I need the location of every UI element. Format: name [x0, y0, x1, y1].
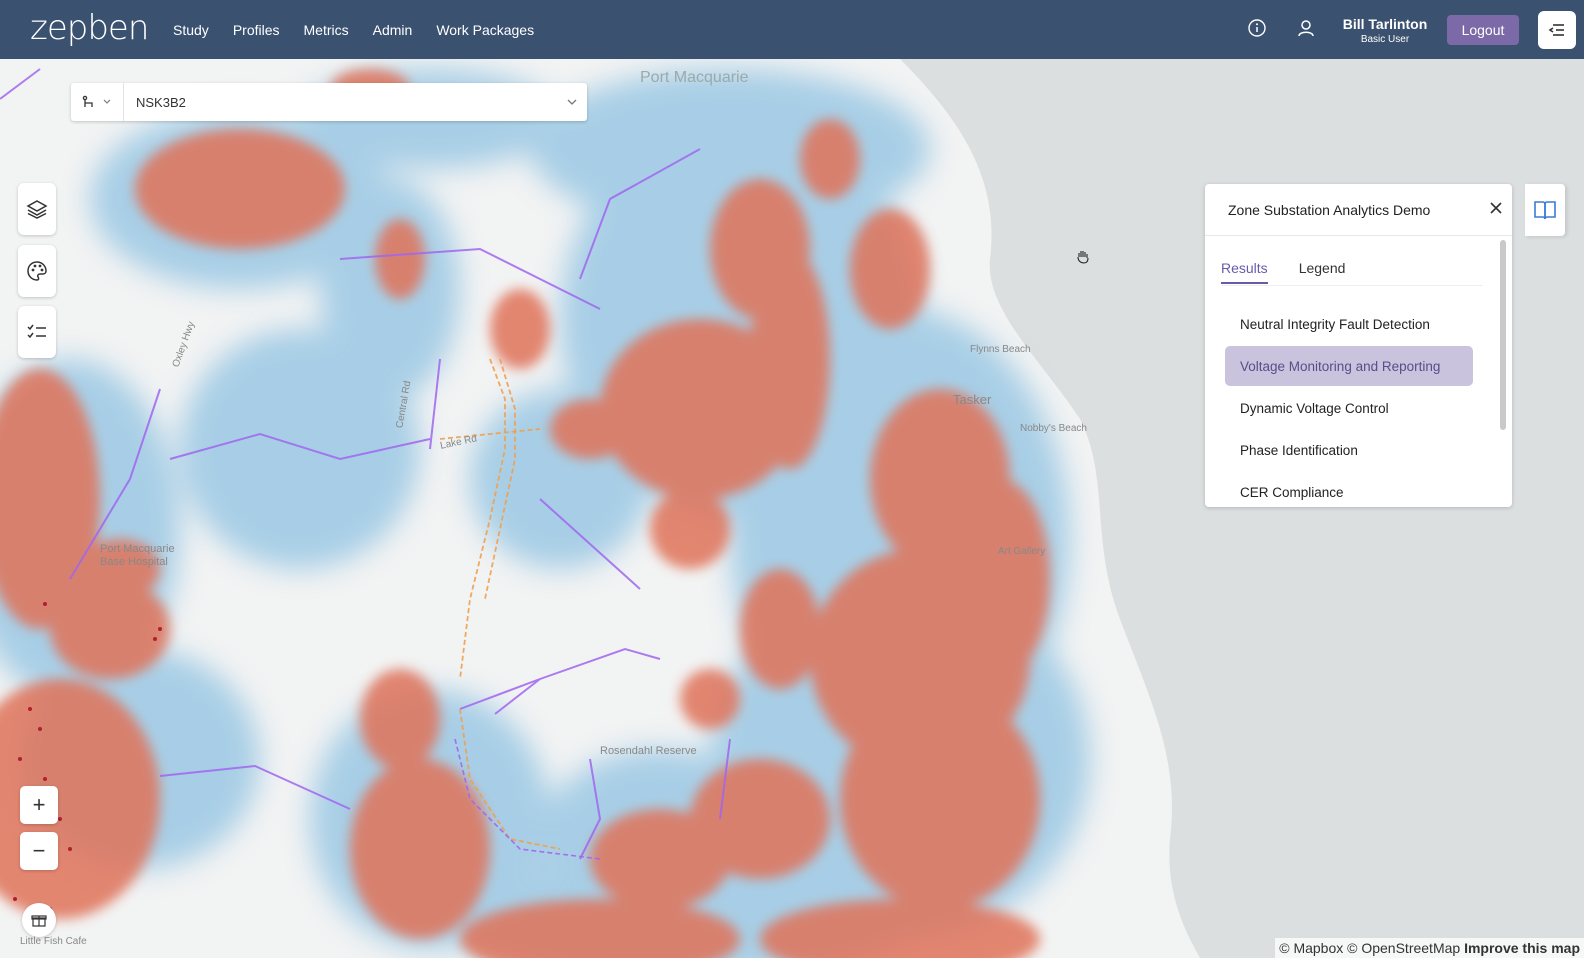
- checklist-button[interactable]: [18, 306, 56, 358]
- close-icon: [1490, 202, 1502, 214]
- map-label-nobbys-beach: Nobby's Beach: [1020, 423, 1087, 434]
- app-logo[interactable]: zepben: [30, 8, 149, 48]
- zoom-out-button[interactable]: −: [20, 832, 58, 870]
- list-item[interactable]: Voltage Monitoring and Reporting: [1225, 346, 1473, 386]
- hand-cursor-icon: [1075, 248, 1091, 269]
- layers-button[interactable]: [18, 183, 56, 235]
- documentation-button[interactable]: [1525, 184, 1565, 236]
- map-label-little-fish-cafe: Little Fish Cafe: [20, 936, 87, 947]
- chevron-down-icon: [103, 99, 111, 104]
- zoom-in-button[interactable]: +: [20, 786, 58, 824]
- chevron-down-icon: [567, 99, 577, 105]
- user-icon[interactable]: [1296, 18, 1318, 40]
- nav-item-metrics[interactable]: Metrics: [304, 22, 349, 38]
- search-dropdown-button[interactable]: [557, 96, 587, 108]
- user-role: Basic User: [1360, 34, 1410, 45]
- checklist-icon: [27, 324, 46, 339]
- map-label-tasker: Tasker: [953, 392, 992, 407]
- tab-results[interactable]: Results: [1221, 260, 1268, 284]
- map-attribution: © Mapbox © OpenStreetMap Improve this ma…: [1275, 938, 1584, 958]
- palette-button[interactable]: [18, 245, 56, 297]
- panel-tabs: Results Legend: [1221, 260, 1345, 284]
- analytics-panel: Zone Substation Analytics Demo Results L…: [1205, 184, 1512, 507]
- list-item[interactable]: CER Compliance: [1225, 472, 1473, 507]
- network-icon: [82, 95, 93, 107]
- map-label-port-macquarie: Port Macquarie: [640, 69, 749, 86]
- user-info: Bill Tarlinton Basic User: [1340, 16, 1430, 45]
- gift-button[interactable]: [22, 903, 56, 937]
- palette-icon: [27, 261, 47, 281]
- menu-collapse-button[interactable]: [1538, 11, 1576, 49]
- panel-title: Zone Substation Analytics Demo: [1205, 184, 1512, 236]
- panel-scrollbar[interactable]: [1500, 240, 1506, 430]
- panel-close-button[interactable]: [1488, 200, 1504, 221]
- gift-icon: [31, 915, 47, 927]
- user-name: Bill Tarlinton: [1342, 16, 1428, 32]
- main-nav: Study Profiles Metrics Admin Work Packag…: [173, 0, 558, 59]
- list-item[interactable]: Phase Identification: [1225, 430, 1473, 470]
- logout-button[interactable]: Logout: [1447, 15, 1519, 45]
- map-label-art-gallery: Art Gallery: [998, 546, 1046, 557]
- network-search-input[interactable]: NSK3B2: [124, 95, 557, 110]
- results-list: Neutral Integrity Fault Detection Voltag…: [1225, 304, 1473, 507]
- book-icon: [1534, 201, 1556, 220]
- improve-map-link[interactable]: Improve this map: [1464, 940, 1580, 956]
- nav-item-work-packages[interactable]: Work Packages: [436, 22, 534, 38]
- tab-legend[interactable]: Legend: [1299, 260, 1346, 284]
- osm-link[interactable]: © OpenStreetMap: [1347, 940, 1460, 956]
- top-nav-bar: zepben Study Profiles Metrics Admin Work…: [0, 0, 1584, 59]
- tabs-divider: [1221, 285, 1483, 286]
- map-label-flynns-beach: Flynns Beach: [970, 344, 1031, 355]
- list-item[interactable]: Neutral Integrity Fault Detection: [1225, 304, 1473, 344]
- map-label-hospital: Port Macquarie Base Hospital: [100, 543, 175, 568]
- list-item[interactable]: Dynamic Voltage Control: [1225, 388, 1473, 428]
- nav-item-admin[interactable]: Admin: [373, 22, 413, 38]
- mapbox-link[interactable]: © Mapbox: [1279, 940, 1343, 956]
- network-search-bar: NSK3B2: [71, 83, 587, 121]
- nav-item-profiles[interactable]: Profiles: [233, 22, 280, 38]
- nav-item-study[interactable]: Study: [173, 22, 209, 38]
- layers-icon: [26, 200, 48, 219]
- menu-collapse-icon: [1548, 24, 1564, 36]
- map-label-rosendahl-reserve: Rosendahl Reserve: [600, 745, 697, 757]
- network-type-select[interactable]: [71, 83, 124, 121]
- info-icon[interactable]: [1247, 18, 1269, 40]
